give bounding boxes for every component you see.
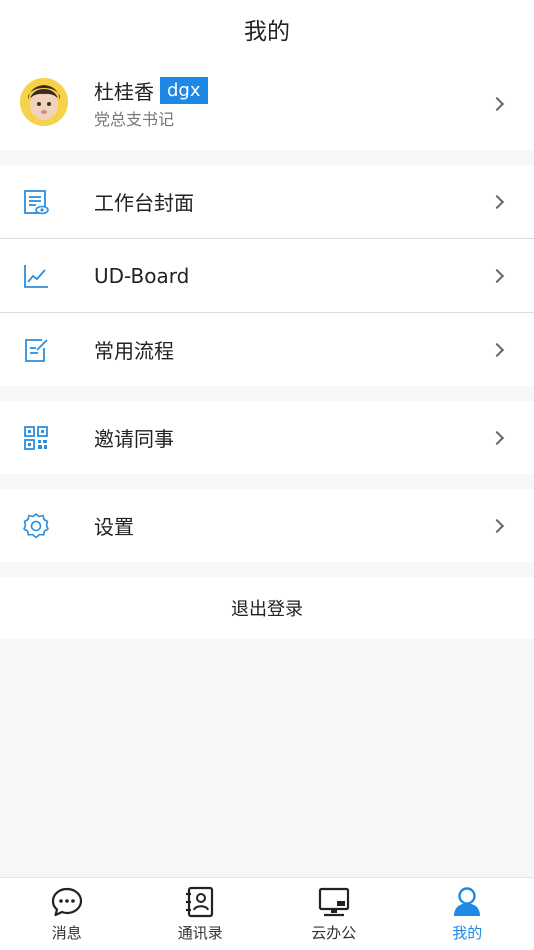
chat-icon bbox=[51, 887, 82, 917]
page-header: 我的 bbox=[0, 0, 534, 58]
user-name: 杜桂香 bbox=[94, 79, 154, 104]
edit-note-icon bbox=[25, 338, 48, 362]
line-chart-icon bbox=[24, 264, 48, 288]
profile-card[interactable]: 杜桂香 dgx 党总支书记 bbox=[0, 58, 534, 150]
avatar bbox=[20, 78, 68, 126]
menu-item-ud-board[interactable]: UD-Board bbox=[0, 239, 534, 312]
menu-item-settings[interactable]: 设置 bbox=[0, 489, 534, 562]
logout-button[interactable]: 退出登录 bbox=[0, 577, 534, 639]
tab-cloud-office[interactable]: 云办公 bbox=[267, 878, 401, 950]
tab-mine[interactable]: 我的 bbox=[401, 878, 534, 950]
chevron-right-icon bbox=[489, 268, 505, 283]
menu-item-invite[interactable]: 邀请同事 bbox=[0, 401, 534, 474]
tab-label: 我的 bbox=[452, 924, 483, 942]
tab-messages[interactable]: 消息 bbox=[0, 878, 134, 950]
list-view-icon bbox=[24, 189, 49, 214]
menu-label: 工作台封面 bbox=[94, 191, 194, 215]
tab-label: 消息 bbox=[51, 924, 82, 942]
chevron-right-icon bbox=[489, 342, 505, 357]
chevron-right-icon bbox=[489, 518, 505, 533]
menu-item-workbench-cover[interactable]: 工作台封面 bbox=[0, 165, 534, 238]
gear-icon bbox=[23, 512, 49, 538]
menu-label: 常用流程 bbox=[94, 339, 174, 363]
bottom-tab-bar: 消息 通讯录 云办公 我的 bbox=[0, 877, 534, 950]
contacts-icon bbox=[186, 886, 214, 918]
user-tag: dgx bbox=[160, 76, 208, 104]
qr-code-icon bbox=[24, 425, 48, 450]
tab-label: 云办公 bbox=[311, 924, 357, 942]
logout-label: 退出登录 bbox=[231, 599, 303, 620]
desktop-icon bbox=[318, 887, 349, 917]
person-icon bbox=[454, 887, 481, 916]
user-role: 党总支书记 bbox=[94, 110, 175, 129]
chevron-right-icon bbox=[489, 430, 505, 445]
tab-label: 通讯录 bbox=[177, 924, 223, 942]
menu-label: 邀请同事 bbox=[94, 427, 174, 451]
chevron-right-icon bbox=[489, 96, 505, 112]
chevron-right-icon bbox=[489, 194, 505, 209]
menu-item-common-flows[interactable]: 常用流程 bbox=[0, 313, 534, 386]
page-title: 我的 bbox=[244, 19, 290, 45]
menu-label: UD-Board bbox=[94, 263, 190, 288]
tab-contacts[interactable]: 通讯录 bbox=[134, 878, 268, 950]
menu-label: 设置 bbox=[94, 515, 134, 539]
